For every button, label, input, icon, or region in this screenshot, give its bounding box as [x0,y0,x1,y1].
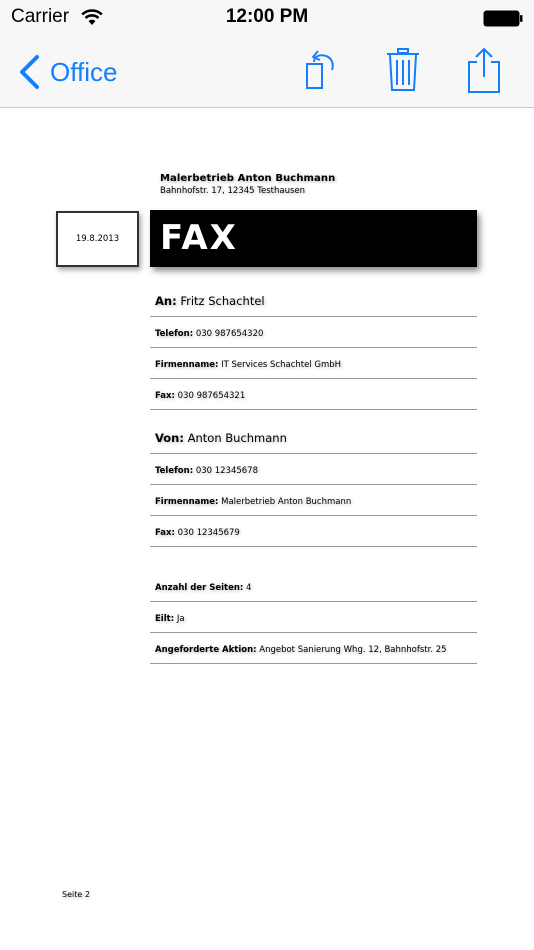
page-count-label: Anzahl der Seiten: [155,583,244,593]
page-count-field: Anzahl der Seiten: 4 [150,547,477,602]
sender-phone-value: 030 12345678 [195,466,259,476]
recipient-phone-field: Telefon: 030 987654320 [150,317,477,348]
recipient-company-value: IT Services Schachtel GmbH [221,360,342,370]
company-address: Bahnhofstr. 17, 12345 Testhausen [160,186,306,196]
recipient-phone-value: 030 987654320 [195,329,264,339]
recipient-label: An: [155,294,177,308]
urgent-field: Eilt: Ja [150,602,477,633]
recipient-name-field: An: Fritz Schachtel [150,281,477,317]
fax-title-banner: FAX [150,210,477,267]
back-button-label: Office [50,56,118,87]
sender-phone-field: Telefon: 030 12345678 [150,454,477,485]
sender-phone-label: Telefon: [155,466,194,476]
chevron-left-icon [20,55,39,89]
sender-fax-value: 030 12345679 [177,528,240,538]
requested-action-label: Angeforderte Aktion: [155,645,257,655]
share-icon[interactable] [466,46,502,94]
sender-company-value: Malerbetrieb Anton Buchmann [221,497,352,507]
sender-fax-field: Fax: 030 12345679 [150,516,477,547]
urgent-label: Eilt: [155,614,175,624]
sender-name-field: Von: Anton Buchmann [150,410,477,454]
recipient-value: Fritz Schachtel [180,294,265,308]
navigation-bar: Office [0,40,534,108]
sender-label: Von: [155,431,184,445]
requested-action-value: Angebot Sanierung Whg. 12, Bahnhofstr. 2… [259,645,447,655]
requested-action-field: Angeforderte Aktion: Angebot Sanierung W… [150,633,477,664]
clock: 12:00 PM [225,6,309,27]
recipient-fax-label: Fax: [155,391,175,401]
sender-company-field: Firmenname: Malerbetrieb Anton Buchmann [150,485,477,516]
sender-company-label: Firmenname: [155,497,219,507]
sender-fax-label: Fax: [155,528,175,538]
recipient-fax-value: 030 987654321 [177,391,246,401]
company-name: Malerbetrieb Anton Buchmann [160,173,336,184]
page-count-value: 4 [246,583,252,593]
battery-icon [483,10,523,27]
recipient-phone-label: Telefon: [155,329,194,339]
recipient-fax-field: Fax: 030 987654321 [150,379,477,410]
date-value: 19.8.2013 [75,234,120,244]
fax-document: Malerbetrieb Anton Buchmann Bahnhofstr. … [0,109,534,950]
recipient-company-field: Firmenname: IT Services Schachtel GmbH [150,348,477,379]
trash-icon[interactable] [386,48,420,92]
urgent-value: Ja [176,614,185,624]
back-button[interactable]: Office [18,52,117,92]
sender-value: Anton Buchmann [187,431,287,445]
page-number: Seite 2 [62,890,90,899]
status-bar: Carrier 12:00 PM [0,0,534,40]
recipient-company-label: Firmenname: [155,360,219,370]
date-box: 19.8.2013 [56,211,139,267]
rotate-icon[interactable] [302,48,338,92]
